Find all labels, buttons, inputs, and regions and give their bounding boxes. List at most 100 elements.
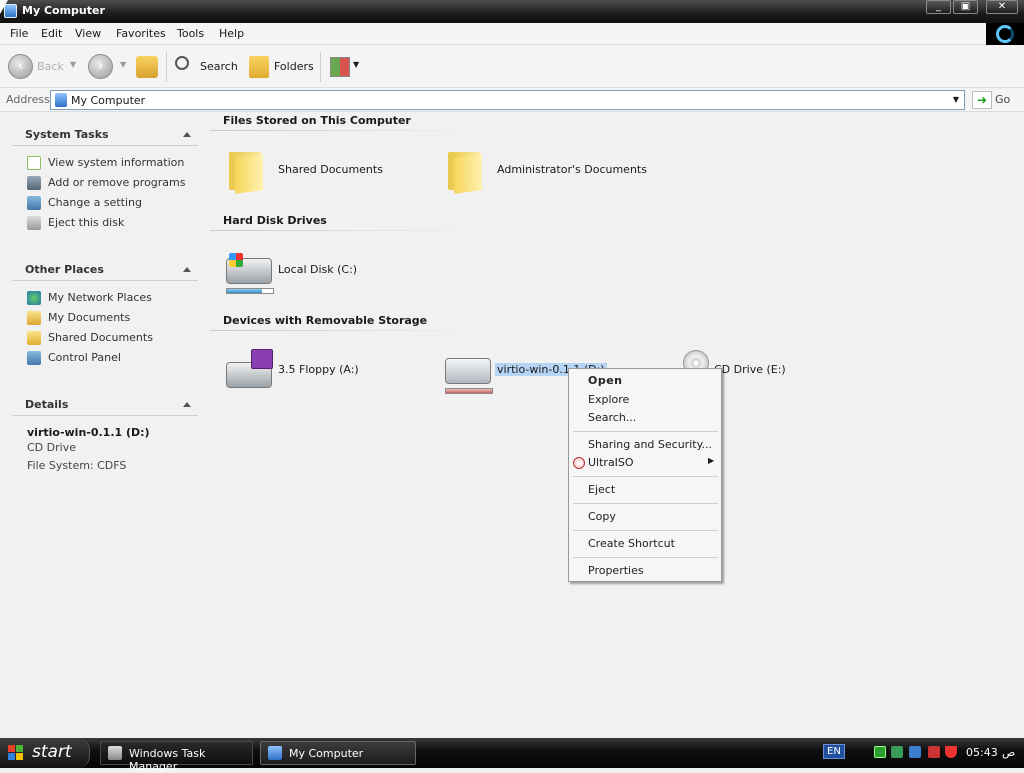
search-icon[interactable] [175,56,189,70]
task-view-system-information[interactable]: View system information [48,156,184,169]
network-icon[interactable] [891,746,903,758]
menu-explore[interactable]: Explore [588,393,629,406]
task-change-a-setting[interactable]: Change a setting [48,196,142,209]
toolbar: ‹ Back ▼ › ▼ Search Folders ▼ [0,46,1024,88]
clock[interactable]: 05:43 [966,746,998,759]
system-tray: EN 05:43 ص [820,738,1024,768]
details-title[interactable]: Details [25,398,68,411]
item-administrators-documents[interactable]: Administrator's Documents [497,163,647,176]
go-button[interactable]: Go [995,93,1010,106]
address-value: My Computer [71,94,146,107]
close-button[interactable]: ✕ [986,0,1018,14]
clock-suffix: ص [1002,746,1016,759]
window-title: My Computer [22,4,105,17]
context-menu: Open Explore Search... Sharing and Secur… [568,368,722,582]
menu-open[interactable]: Open [588,374,623,387]
menu-copy[interactable]: Copy [588,510,616,523]
floppy-drive-icon[interactable] [226,349,273,388]
system-tasks-title[interactable]: System Tasks [25,128,109,141]
tray-icon[interactable] [909,746,921,758]
go-arrow-icon[interactable]: ➜ [972,91,992,109]
item-floppy-a[interactable]: 3.5 Floppy (A:) [278,363,359,376]
antivirus-icon[interactable] [928,746,940,758]
taskbar-label: Windows Task Manager [129,747,206,773]
task-eject-this-disk[interactable]: Eject this disk [48,216,124,229]
my-computer-icon [55,93,67,107]
my-computer-icon [268,746,282,760]
maximize-button[interactable]: ▣ [953,0,978,14]
security-shield-icon[interactable] [945,746,957,758]
folders-icon[interactable] [249,56,269,78]
menu-view[interactable]: View [75,27,101,40]
taskbar-button-my-computer[interactable]: My Computer [260,741,416,765]
menu-favorites[interactable]: Favorites [116,27,166,40]
section-hard-disks: Hard Disk Drives [223,214,327,227]
title-bar[interactable]: My Computer _ ▣ ✕ [0,0,1024,23]
tray-icon[interactable] [874,746,886,758]
details-filesystem: File System: CDFS [27,459,127,472]
section-files-stored: Files Stored on This Computer [223,114,411,127]
my-documents-icon [27,311,41,325]
section-removable: Devices with Removable Storage [223,314,428,327]
menu-tools[interactable]: Tools [177,27,204,40]
collapse-icon[interactable] [183,402,191,407]
mouse-cursor-icon [0,0,8,14]
menu-search[interactable]: Search... [588,411,636,424]
shared-documents-icon [27,331,41,345]
menu-eject[interactable]: Eject [588,483,615,496]
search-button[interactable]: Search [200,60,238,73]
minimize-button[interactable]: _ [926,0,951,14]
ultraiso-icon [573,457,585,469]
start-button[interactable]: start [0,738,90,768]
folder-icon[interactable] [227,148,263,194]
folder-icon[interactable] [446,148,482,194]
network-places-icon [27,291,41,305]
taskbar-label: My Computer [289,747,364,760]
place-my-documents[interactable]: My Documents [48,311,130,324]
folders-button[interactable]: Folders [274,60,314,73]
menu-help[interactable]: Help [219,27,244,40]
windows-flag-icon [8,745,24,761]
place-shared-documents[interactable]: Shared Documents [48,331,153,344]
address-label: Address [6,93,50,106]
item-cd-drive-e[interactable]: CD Drive (E:) [714,363,786,376]
forward-dropdown-icon[interactable]: ▼ [120,60,126,69]
item-shared-documents[interactable]: Shared Documents [278,163,383,176]
windows-logo-throbber [986,23,1024,45]
collapse-icon[interactable] [183,132,191,137]
up-folder-icon[interactable] [136,56,158,78]
details-name: virtio-win-0.1.1 (D:) [27,426,150,439]
forward-arrow-icon[interactable]: › [88,54,113,79]
menu-properties[interactable]: Properties [588,564,644,577]
control-panel-icon [27,196,41,210]
menu-create-shortcut[interactable]: Create Shortcut [588,537,675,550]
cd-drive-icon[interactable] [445,358,491,384]
address-input[interactable]: My Computer ▼ [50,90,965,110]
views-icon[interactable] [330,57,350,77]
add-remove-programs-icon [27,176,41,190]
address-bar: Address My Computer ▼ ➜ Go [0,88,1024,112]
back-arrow-icon[interactable]: ‹ [8,54,33,79]
task-manager-icon [108,746,122,760]
place-control-panel[interactable]: Control Panel [48,351,121,364]
menu-edit[interactable]: Edit [41,27,62,40]
back-dropdown-icon[interactable]: ▼ [70,60,76,69]
collapse-icon[interactable] [183,267,191,272]
task-pane: System Tasks View system information Add… [0,113,205,738]
taskbar-button-task-manager[interactable]: Windows Task Manager [100,741,253,773]
address-dropdown-icon[interactable]: ▼ [948,91,964,109]
menu-file[interactable]: File [10,27,28,40]
hard-drive-icon[interactable] [226,253,272,284]
item-local-disk-c[interactable]: Local Disk (C:) [278,263,357,276]
taskbar: start Windows Task Manager My Computer E… [0,738,1024,773]
place-my-network-places[interactable]: My Network Places [48,291,152,304]
windows-flag-icon [229,253,243,267]
control-panel-icon [27,351,41,365]
menu-ultraiso[interactable]: UltraISO [588,456,634,469]
language-indicator[interactable]: EN [823,744,845,759]
task-add-remove-programs[interactable]: Add or remove programs [48,176,186,189]
back-button-label[interactable]: Back [37,60,64,73]
menu-sharing-security[interactable]: Sharing and Security... [588,438,712,451]
views-dropdown-icon[interactable]: ▼ [353,60,359,69]
other-places-title[interactable]: Other Places [25,263,104,276]
